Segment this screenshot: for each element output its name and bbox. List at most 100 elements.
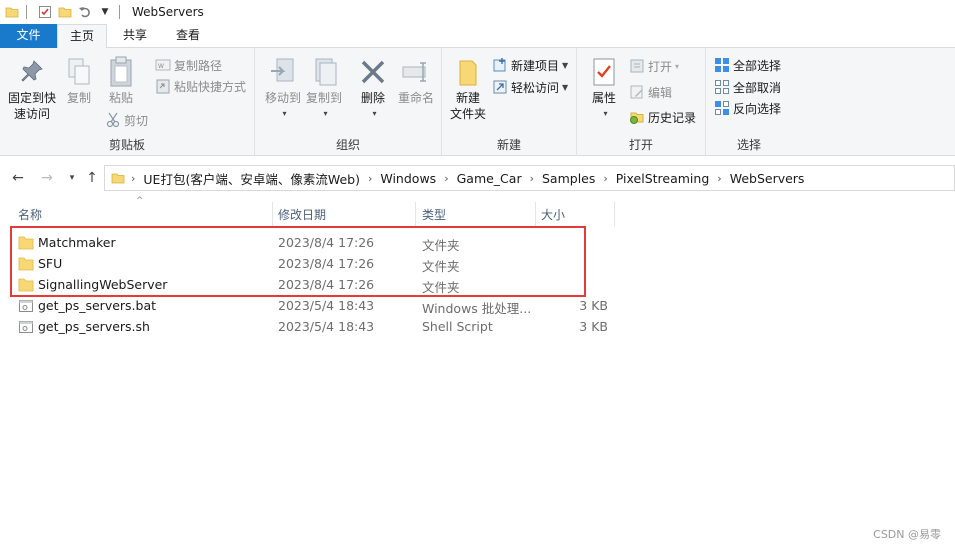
properties-button[interactable]: 属性 ▾ bbox=[585, 56, 623, 122]
properties-icon bbox=[588, 56, 620, 88]
copy-to-dropdown-icon: ▾ bbox=[323, 109, 328, 118]
new-item-button[interactable]: 新建项目 ▼ bbox=[492, 55, 568, 75]
easy-access-dropdown-icon: ▼ bbox=[562, 82, 569, 92]
edit-label: 编辑 bbox=[648, 85, 673, 100]
cut-button[interactable]: 剪切 bbox=[105, 110, 148, 130]
copy-path-button[interactable]: W 复制路径 bbox=[155, 55, 222, 75]
new-group-label: 新建 bbox=[496, 138, 521, 152]
ribbon: 固定到快 速访问 复制 粘贴 W 复制路径 粘贴快捷方式 剪切 剪贴板 移动到 … bbox=[0, 48, 955, 156]
tab-share[interactable]: 共享 bbox=[111, 24, 159, 48]
up-arrow-icon[interactable]: ↑ bbox=[82, 168, 102, 188]
breadcrumb-item[interactable]: WebServers bbox=[730, 171, 805, 186]
column-header-size[interactable]: 大小 bbox=[541, 202, 565, 226]
paste-shortcut-label: 粘贴快捷方式 bbox=[174, 79, 247, 94]
breadcrumb-chevron-icon[interactable]: › bbox=[131, 172, 135, 185]
open-dropdown-icon: ▾ bbox=[675, 61, 680, 71]
column-divider[interactable] bbox=[272, 202, 273, 226]
customize-toolbar-dropdown-icon[interactable]: ▼ bbox=[97, 4, 113, 20]
column-divider[interactable] bbox=[614, 202, 615, 226]
paste-shortcut-icon bbox=[155, 78, 171, 94]
edit-button[interactable]: 编辑 bbox=[629, 82, 672, 102]
breadcrumb-chevron-icon[interactable]: › bbox=[717, 172, 721, 185]
file-type: Windows 批处理... bbox=[422, 301, 532, 316]
invert-selection-label: 反向选择 bbox=[733, 101, 782, 116]
copy-to-label: 复制到 bbox=[305, 91, 342, 105]
properties-label: 属性 bbox=[591, 91, 616, 105]
quick-access-toolbar: ▼ bbox=[0, 0, 126, 24]
copy-path-icon: W bbox=[155, 57, 171, 73]
column-divider[interactable] bbox=[535, 202, 536, 226]
invert-selection-button[interactable]: 反向选择 bbox=[714, 98, 781, 118]
pin-to-quick-access-button[interactable]: 固定到快 速访问 bbox=[4, 56, 60, 122]
history-icon bbox=[629, 109, 645, 125]
new-folder-icon[interactable] bbox=[57, 4, 73, 20]
breadcrumb-chevron-icon[interactable]: › bbox=[444, 172, 448, 185]
tab-view[interactable]: 查看 bbox=[164, 24, 212, 48]
easy-access-button[interactable]: 轻松访问 ▼ bbox=[492, 77, 568, 97]
file-date: 2023/5/4 18:43 bbox=[278, 319, 375, 334]
folder-icon bbox=[111, 171, 125, 185]
move-to-button[interactable]: 移动到 ▾ bbox=[260, 56, 306, 122]
open-button[interactable]: 打开 ▾ bbox=[629, 56, 679, 76]
forward-arrow-icon[interactable]: → bbox=[37, 168, 57, 188]
breadcrumb-item[interactable]: PixelStreaming bbox=[616, 171, 709, 186]
column-header-date[interactable]: 修改日期 bbox=[278, 202, 326, 226]
paste-shortcut-button[interactable]: 粘贴快捷方式 bbox=[155, 76, 246, 96]
file-size: 3 KB bbox=[579, 298, 608, 313]
select-all-button[interactable]: 全部选择 bbox=[714, 55, 781, 75]
copy-button[interactable]: 复制 bbox=[62, 56, 96, 106]
breadcrumb-item[interactable]: Windows bbox=[380, 171, 436, 186]
column-divider[interactable] bbox=[415, 202, 416, 226]
scissors-icon bbox=[105, 112, 121, 128]
delete-button[interactable]: 删除 ▾ bbox=[355, 56, 391, 122]
new-item-label: 新建项目 bbox=[511, 58, 560, 73]
toolbar-divider bbox=[26, 5, 27, 19]
address-bar[interactable]: › UE打包(客户端、安卓端、像素流Web) › Windows › Game_… bbox=[104, 165, 955, 191]
breadcrumb-item[interactable]: Samples bbox=[542, 171, 595, 186]
window-title: WebServers bbox=[132, 5, 204, 19]
easy-access-label: 轻松访问 bbox=[511, 80, 560, 95]
paste-button[interactable]: 粘贴 bbox=[103, 56, 139, 106]
rename-button[interactable]: 重命名 bbox=[394, 56, 438, 106]
column-header-name[interactable]: 名称 bbox=[18, 202, 42, 226]
undo-icon[interactable] bbox=[77, 4, 93, 20]
select-all-icon bbox=[714, 57, 730, 73]
recent-locations-dropdown-icon[interactable]: ▾ bbox=[62, 168, 82, 188]
breadcrumb-chevron-icon[interactable]: › bbox=[368, 172, 372, 185]
file-row[interactable]: get_ps_servers.sh 2023/5/4 18:43 Shell S… bbox=[16, 317, 616, 338]
new-folder-button[interactable]: 新建 文件夹 bbox=[446, 56, 490, 122]
shell-script-icon bbox=[18, 320, 34, 334]
copy-to-button[interactable]: 复制到 ▾ bbox=[302, 56, 346, 122]
new-group: 新建 文件夹 新建项目 ▼ 轻松访问 ▼ 新建 bbox=[442, 48, 577, 156]
properties-dropdown-icon: ▾ bbox=[603, 109, 608, 118]
organize-group-label: 组织 bbox=[335, 138, 360, 152]
file-row[interactable]: get_ps_servers.bat 2023/5/4 18:43 Window… bbox=[16, 296, 616, 317]
new-folder-label-line2: 文件夹 bbox=[449, 107, 486, 121]
organize-group: 移动到 ▾ 复制到 ▾ 删除 ▾ 重命名 组织 bbox=[255, 48, 442, 156]
breadcrumb-item[interactable]: Game_Car bbox=[457, 171, 522, 186]
breadcrumb-chevron-icon[interactable]: › bbox=[530, 172, 534, 185]
tab-file[interactable]: 文件 bbox=[0, 24, 57, 48]
select-none-button[interactable]: 全部取消 bbox=[714, 77, 781, 97]
tab-home[interactable]: 主页 bbox=[57, 24, 107, 49]
sort-ascending-icon: ^ bbox=[136, 196, 144, 206]
delete-label: 删除 bbox=[360, 91, 385, 105]
back-arrow-icon[interactable]: ← bbox=[8, 168, 28, 188]
pin-icon bbox=[16, 56, 48, 88]
file-name: get_ps_servers.bat bbox=[38, 298, 157, 313]
history-button[interactable]: 历史记录 bbox=[629, 107, 696, 127]
new-folder-icon bbox=[452, 56, 484, 88]
copy-path-label: 复制路径 bbox=[174, 58, 223, 73]
watermark: CSDN @易零 bbox=[873, 528, 941, 541]
pencil-icon bbox=[629, 84, 645, 100]
column-header-type[interactable]: 类型 bbox=[422, 202, 446, 226]
ribbon-tabs: 文件 主页 共享 查看 bbox=[0, 24, 955, 49]
new-item-icon bbox=[492, 57, 508, 73]
history-label: 历史记录 bbox=[648, 110, 697, 125]
properties-icon[interactable] bbox=[37, 4, 53, 20]
select-none-icon bbox=[714, 79, 730, 95]
select-none-label: 全部取消 bbox=[733, 80, 782, 95]
select-group-label: 选择 bbox=[736, 138, 761, 152]
breadcrumb-item[interactable]: UE打包(客户端、安卓端、像素流Web) bbox=[143, 169, 360, 188]
breadcrumb-chevron-icon[interactable]: › bbox=[603, 172, 607, 185]
